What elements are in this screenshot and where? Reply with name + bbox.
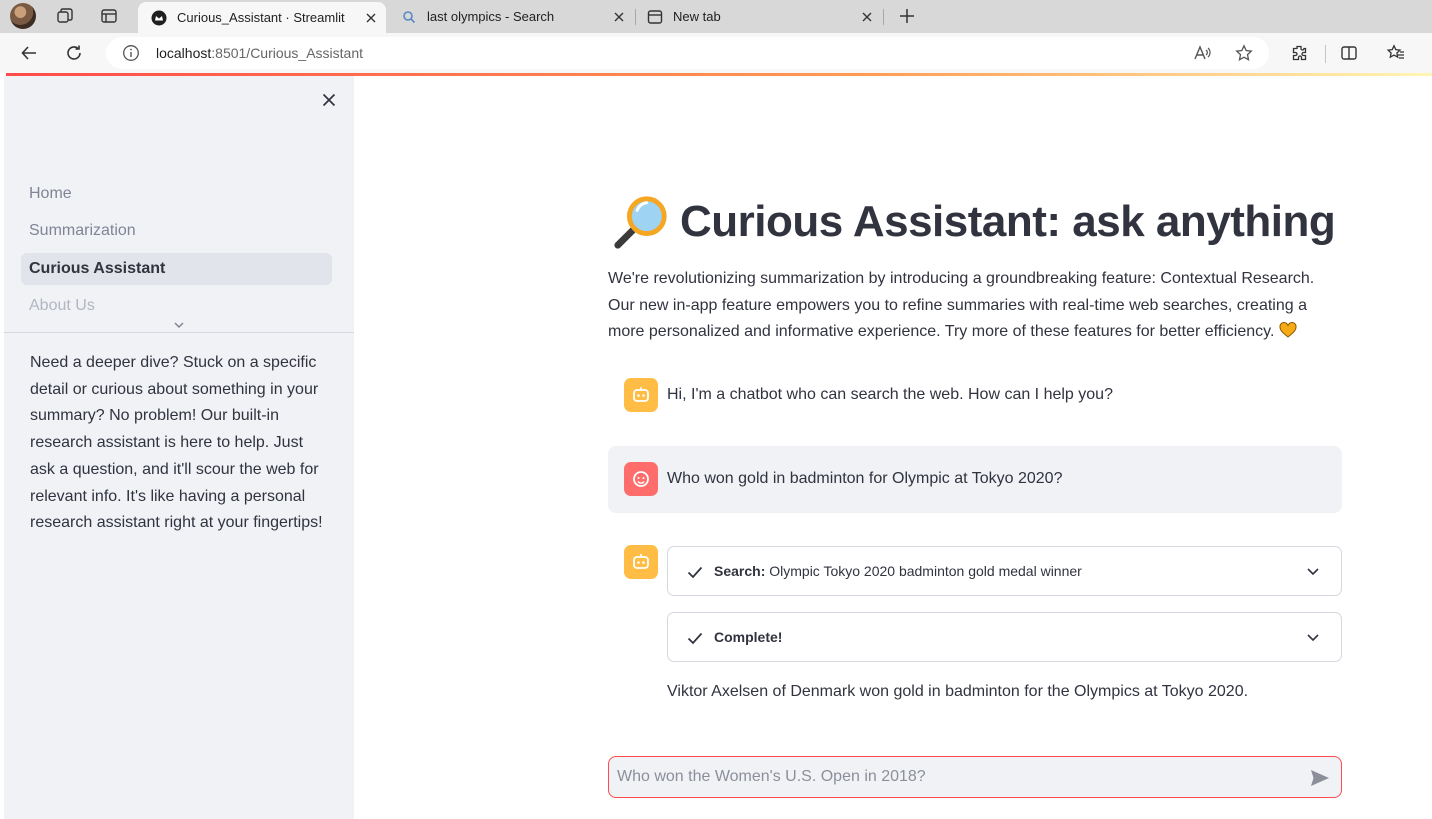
chat-input[interactable]: [617, 765, 1297, 789]
complete-step-label: Complete!: [714, 629, 782, 645]
chevron-down-icon[interactable]: [172, 318, 186, 332]
chevron-down-icon[interactable]: [1305, 563, 1321, 579]
sidebar: Home Summarization Curious Assistant Abo…: [4, 76, 354, 819]
tab-curious-assistant[interactable]: Curious_Assistant · Streamlit: [138, 2, 386, 33]
favorites-icon[interactable]: [1385, 42, 1407, 64]
extensions-icon[interactable]: [1288, 42, 1310, 64]
send-icon[interactable]: [1309, 767, 1331, 789]
sidebar-divider: [4, 332, 354, 333]
search-step-query: Olympic Tokyo 2020 badminton gold medal …: [769, 563, 1082, 579]
search-step-label: Search: Olympic Tokyo 2020 badminton gol…: [714, 563, 1082, 579]
sidebar-description: Need a deeper dive? Stuck on a specific …: [30, 354, 323, 532]
tab-separator: [883, 9, 884, 25]
search-icon: [400, 8, 418, 26]
toolbar-separator: [1325, 45, 1326, 63]
search-step-prefix: Search:: [714, 563, 766, 579]
bot-answer-message: Viktor Axelsen of Denmark won gold in ba…: [667, 683, 1249, 700]
close-tab-icon[interactable]: [858, 8, 876, 26]
user-avatar-icon: [624, 462, 658, 496]
checkmark-icon: [687, 632, 703, 645]
close-sidebar-icon[interactable]: [319, 90, 339, 110]
intro-paragraph: We're revolutionizing summarization by i…: [608, 266, 1343, 346]
tab-last-olympics-search[interactable]: last olympics - Search: [388, 0, 634, 33]
tab-title: New tab: [673, 9, 721, 24]
tab-new-tab[interactable]: New tab: [634, 0, 882, 33]
read-aloud-icon[interactable]: [1191, 42, 1213, 64]
complete-step-expander[interactable]: Complete!: [667, 612, 1342, 662]
tab-title: Curious_Assistant · Streamlit: [177, 10, 345, 25]
new-tab-icon: [646, 8, 664, 26]
vertical-tabs-icon[interactable]: [98, 5, 120, 27]
new-tab-plus-icon[interactable]: [896, 5, 918, 27]
sidebar-item-home[interactable]: Home: [21, 178, 332, 210]
split-screen-icon[interactable]: [1338, 42, 1360, 64]
intro-text: We're revolutionizing summarization by i…: [608, 270, 1315, 341]
streamlit-crown-icon: [150, 9, 168, 27]
page-title-text: Curious Assistant: ask anything: [680, 197, 1336, 246]
url-text: localhost:8501/Curious_Assistant: [156, 45, 363, 61]
user-question-message: Who won gold in badminton for Olympic at…: [667, 470, 1063, 487]
search-step-expander[interactable]: Search: Olympic Tokyo 2020 badminton gol…: [667, 546, 1342, 596]
url-path: :8501/Curious_Assistant: [211, 45, 364, 61]
close-tab-icon[interactable]: [610, 8, 628, 26]
checkmark-icon: [687, 566, 703, 579]
close-tab-icon[interactable]: [362, 9, 380, 27]
site-info-icon[interactable]: [122, 44, 140, 62]
bot-greeting-message: Hi, I'm a chatbot who can search the web…: [667, 386, 1113, 403]
complete-step-text: Complete!: [714, 629, 783, 645]
url-field[interactable]: localhost:8501/Curious_Assistant: [106, 37, 1269, 69]
sidebar-item-summarization[interactable]: Summarization: [21, 215, 332, 247]
tab-title: last olympics - Search: [427, 9, 555, 24]
page-title: Curious Assistant: ask anything: [612, 192, 1336, 252]
browser-address-bar: localhost:8501/Curious_Assistant: [0, 33, 1432, 73]
workspaces-icon[interactable]: [54, 5, 76, 27]
profile-avatar[interactable]: [10, 3, 36, 29]
magnifying-glass-icon: [614, 196, 667, 249]
favorite-star-icon[interactable]: [1233, 42, 1255, 64]
heart-hands-icon: [1279, 322, 1297, 339]
chat-input-container: [608, 756, 1342, 798]
bot-avatar-icon: [624, 545, 658, 579]
chevron-down-icon[interactable]: [1305, 629, 1321, 645]
bot-avatar-icon: [624, 378, 658, 412]
url-host: localhost: [156, 45, 212, 61]
refresh-icon[interactable]: [63, 42, 85, 64]
sidebar-item-curious-assistant[interactable]: Curious Assistant: [21, 253, 332, 285]
browser-tab-bar: Curious_Assistant · Streamlit last olymp…: [0, 0, 1432, 33]
back-arrow-icon[interactable]: [18, 42, 40, 64]
